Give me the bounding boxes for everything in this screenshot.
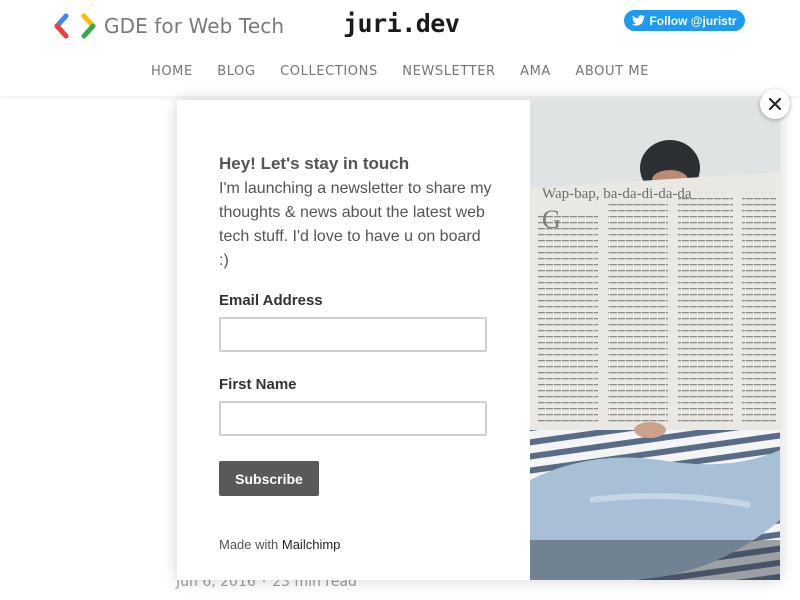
modal-title: Hey! Let's stay in touch (219, 154, 410, 173)
nav-newsletter[interactable]: NEWSLETTER (402, 64, 495, 79)
site-header: GDE for Web Tech juri.dev Follow @jurist… (0, 0, 800, 96)
svg-text:G: G (542, 205, 561, 234)
made-with-text: Made with (219, 537, 279, 552)
nav-collections[interactable]: COLLECTIONS (280, 64, 378, 79)
newspaper-photo-art: Wap-bap, ba-da-di-da-da G (530, 100, 780, 580)
twitter-bird-icon (632, 15, 646, 26)
modal-description: I'm launching a newsletter to share my t… (219, 180, 492, 269)
newspaper-photo: Wap-bap, ba-da-di-da-da G (530, 100, 780, 580)
first-name-label: First Name (219, 376, 297, 393)
site-logo[interactable]: juri.dev (343, 9, 460, 38)
gde-badge[interactable]: GDE for Web Tech (54, 13, 284, 39)
made-with-mailchimp: Made with Mailchimp (219, 537, 340, 552)
gde-text: GDE for Web Tech (104, 14, 285, 38)
nav-about-me[interactable]: ABOUT ME (575, 64, 649, 79)
close-modal-button[interactable] (760, 89, 790, 119)
email-label: Email Address (219, 292, 323, 309)
subscribe-button[interactable]: Subscribe (219, 461, 319, 496)
signup-form: Hey! Let's stay in touch I'm launching a… (177, 100, 530, 580)
follow-label: Follow @juristr (649, 13, 737, 28)
main-nav: HOME BLOG COLLECTIONS NEWSLETTER AMA ABO… (0, 62, 800, 80)
close-icon (769, 98, 781, 110)
newsletter-modal: Hey! Let's stay in touch I'm launching a… (177, 100, 780, 580)
nav-ama[interactable]: AMA (520, 64, 551, 79)
nav-home[interactable]: HOME (151, 64, 193, 79)
twitter-follow-button[interactable]: Follow @juristr (624, 10, 745, 31)
first-name-field[interactable] (219, 401, 487, 436)
newspaper-headline: Wap-bap, ba-da-di-da-da (542, 186, 692, 202)
nav-blog[interactable]: BLOG (217, 64, 255, 79)
email-field[interactable] (219, 317, 487, 352)
mailchimp-link[interactable]: Mailchimp (282, 537, 341, 552)
gde-logo-icon (54, 13, 96, 39)
